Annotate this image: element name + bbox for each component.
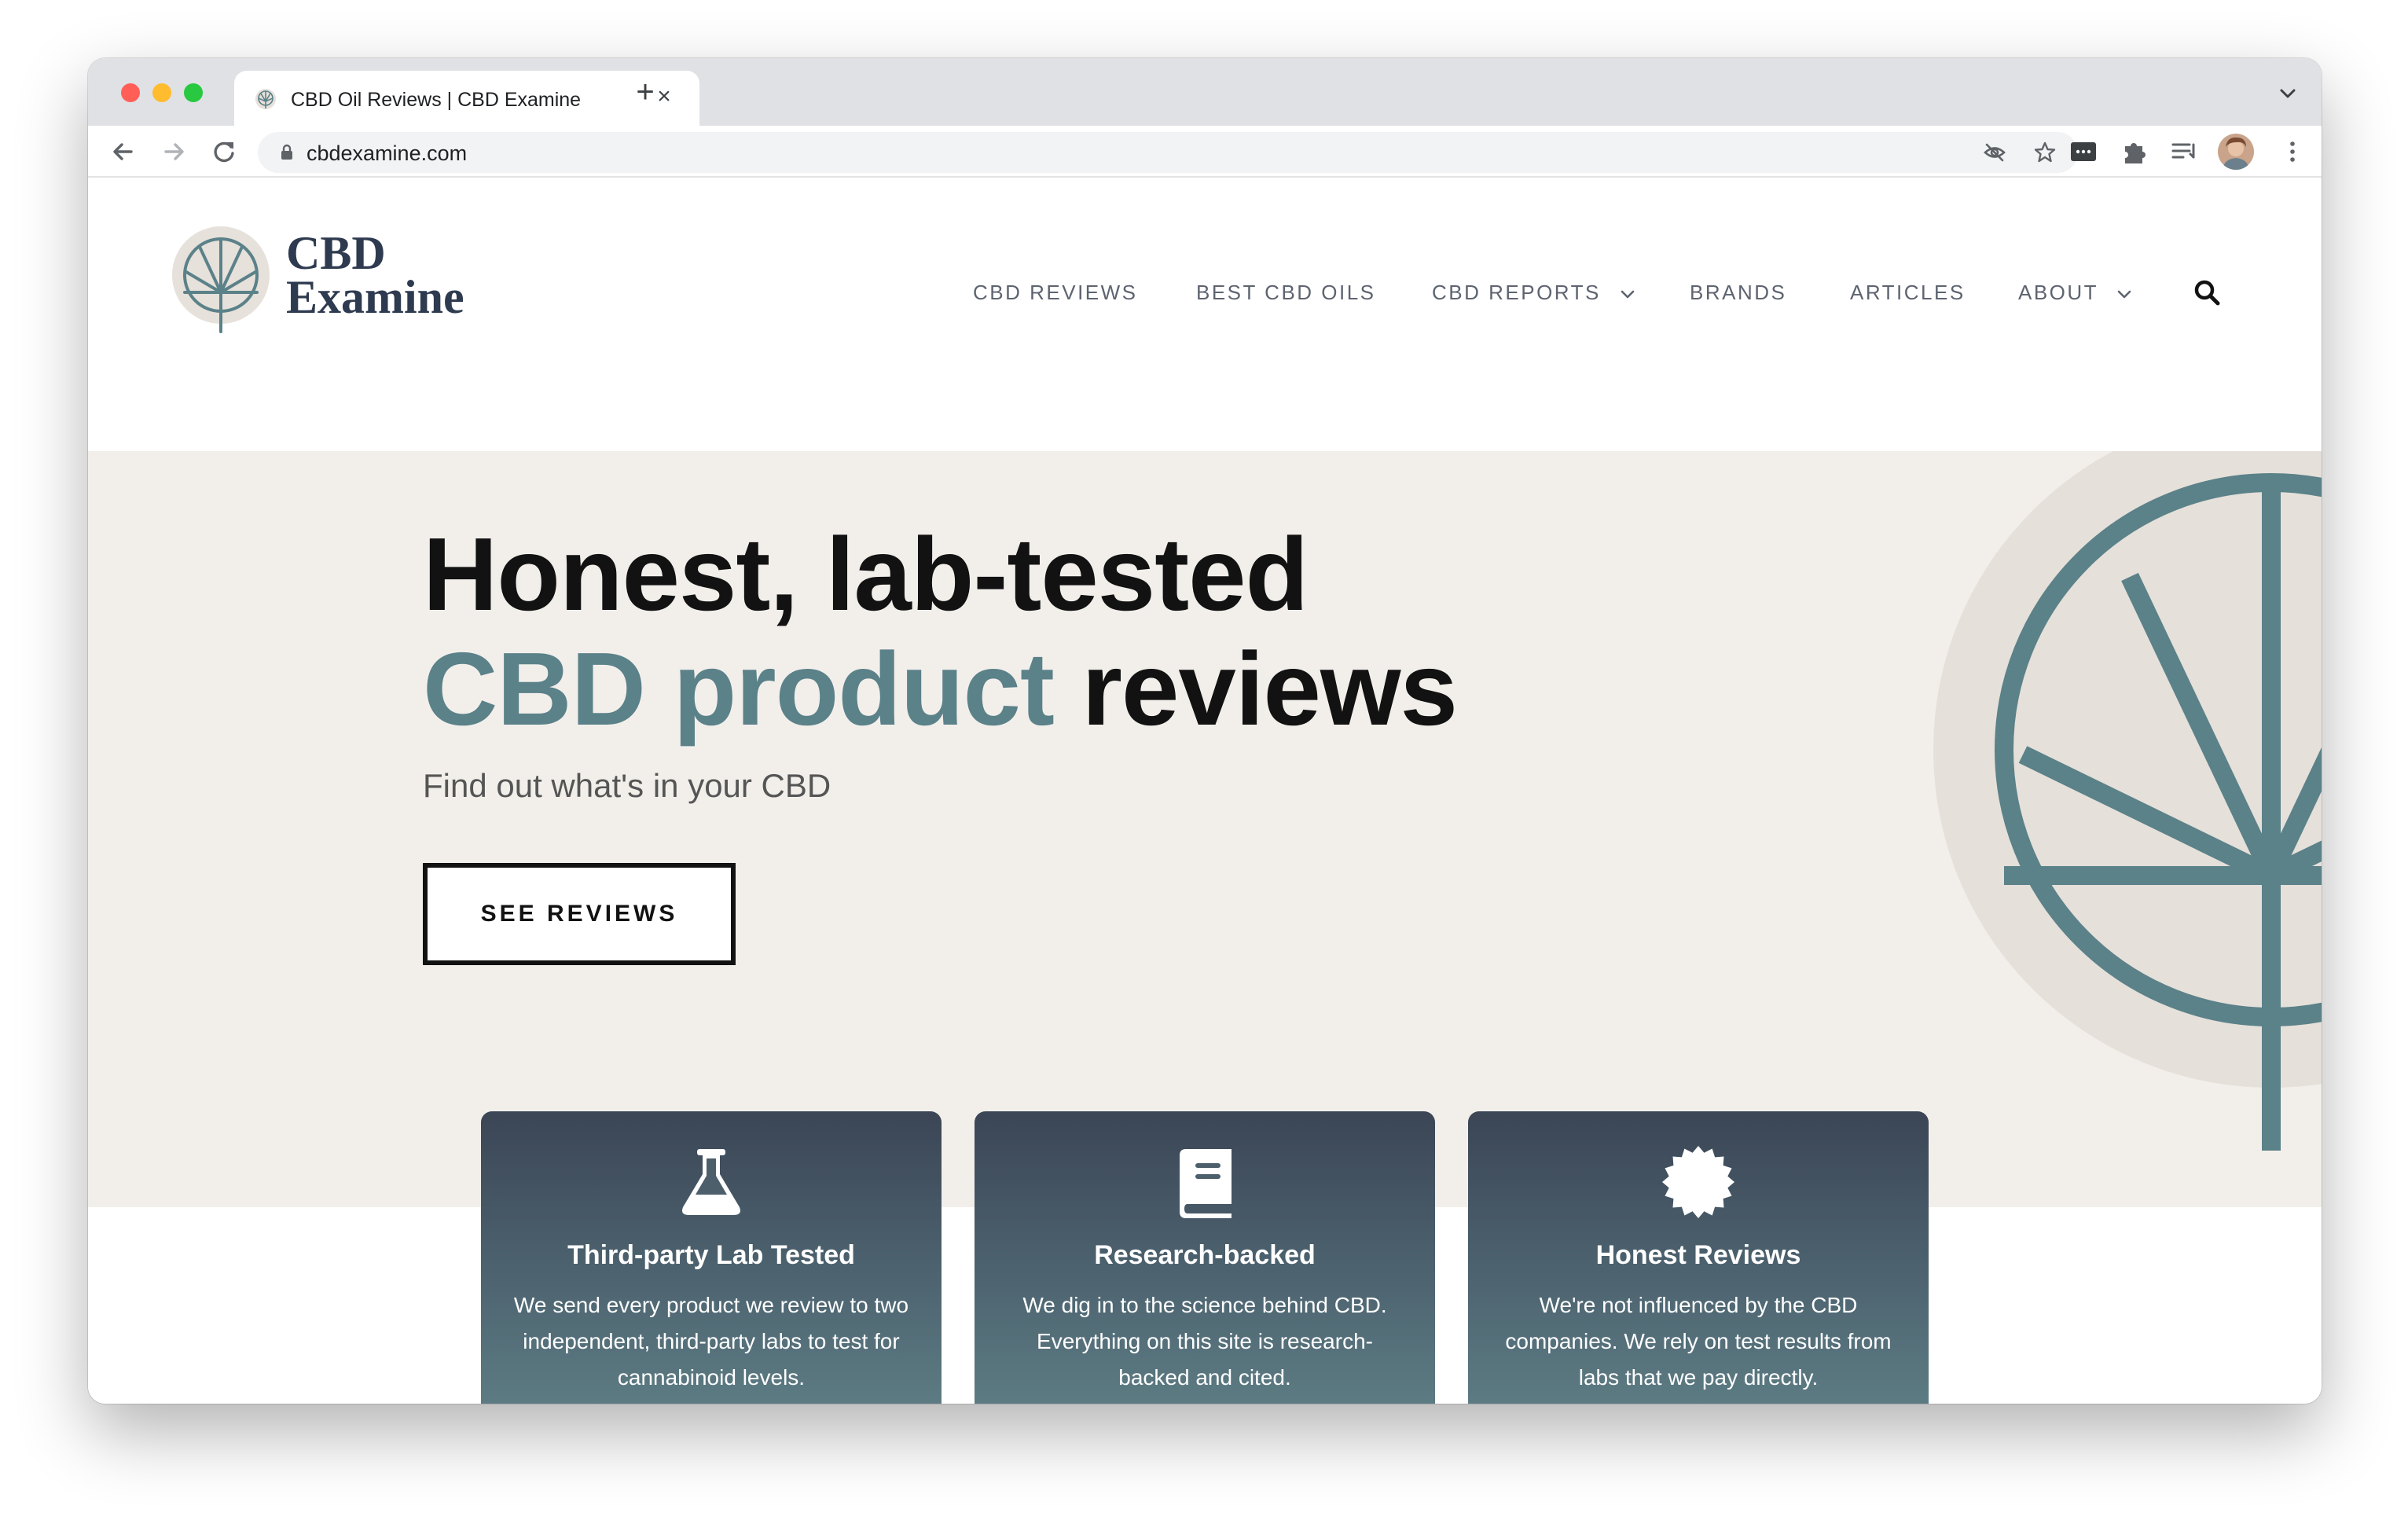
logo-line-2: Examine: [286, 271, 464, 323]
tab-search-chevron-icon[interactable]: [2276, 82, 2300, 105]
nav-label: ABOUT: [2018, 281, 2098, 304]
chevron-down-icon: [1621, 290, 1634, 299]
nav-item-best-cbd-oils[interactable]: BEST CBD OILS: [1196, 275, 1376, 310]
nav-item-cbd-reports[interactable]: CBD REPORTS: [1432, 275, 1635, 310]
certificate-badge-icon: [1662, 1146, 1734, 1218]
card-title: Third-party Lab Tested: [567, 1240, 855, 1270]
card-text: We're not influenced by the CBD companie…: [1505, 1293, 1892, 1390]
forward-arrow-icon[interactable]: [156, 134, 192, 170]
profile-avatar[interactable]: [2218, 134, 2254, 170]
hero-subheading: Find out what's in your CBD: [423, 767, 831, 804]
card-title: Honest Reviews: [1595, 1240, 1801, 1270]
site-logo-wordmark[interactable]: CBD Examine: [286, 227, 464, 323]
tab-strip: CBD Oil Reviews | CBD Examine × +: [88, 58, 2322, 126]
extensions-puzzle-icon[interactable]: [2117, 135, 2150, 168]
tab-title: CBD Oil Reviews | CBD Examine: [291, 89, 582, 111]
address-bar[interactable]: cbdexamine.com: [258, 132, 2078, 173]
hero-section: Honest, lab-tested CBD product reviews F…: [88, 451, 2322, 1207]
card-text: We dig in to the science behind CBD. Eve…: [1022, 1293, 1387, 1390]
extension-password-icon[interactable]: [2067, 135, 2100, 168]
card-title: Research-backed: [1094, 1240, 1316, 1270]
reading-list-icon[interactable]: [2168, 135, 2201, 168]
close-window-button[interactable]: [121, 83, 140, 102]
nav-label: CBD REPORTS: [1432, 281, 1601, 304]
lock-icon[interactable]: [277, 142, 297, 163]
hero-headline: Honest, lab-tested CBD product reviews: [423, 516, 1458, 747]
browser-menu-kebab-icon[interactable]: [2276, 135, 2309, 168]
nav-item-about[interactable]: ABOUT: [2018, 275, 2132, 310]
reload-icon[interactable]: [206, 134, 242, 170]
nav-item-articles[interactable]: ARTICLES: [1850, 275, 1966, 310]
bookmark-star-icon[interactable]: [2032, 140, 2057, 165]
main-navigation: CBD REVIEWS BEST CBD OILS CBD REPORTS BR…: [973, 275, 2230, 310]
headline-rest: reviews: [1053, 631, 1458, 747]
site-header: CBD Examine CBD REVIEWS BEST CBD OILS CB…: [88, 179, 2322, 451]
browser-window: CBD Oil Reviews | CBD Examine × + cbdexa…: [88, 58, 2322, 1404]
tracking-blocked-eye-icon[interactable]: [1982, 140, 2007, 165]
logo-leaf-icon[interactable]: [171, 226, 270, 335]
flask-icon: [682, 1149, 740, 1215]
back-arrow-icon[interactable]: [105, 134, 141, 170]
web-page: CBD Examine CBD REVIEWS BEST CBD OILS CB…: [88, 179, 2322, 1404]
logo-line-1: CBD: [286, 227, 386, 279]
headline-accent: CBD product: [423, 631, 1055, 747]
nav-label: ARTICLES: [1850, 281, 1966, 304]
nav-label: BRANDS: [1690, 281, 1787, 304]
headline-line-1: Honest, lab-tested: [423, 516, 1309, 632]
feature-card-lab-tested: Third-party Lab Tested We send every pro…: [481, 1111, 942, 1404]
feature-card-honest-reviews: Honest Reviews We're not influenced by t…: [1468, 1111, 1929, 1404]
search-icon[interactable]: [2193, 278, 2221, 307]
browser-toolbar: cbdexamine.com: [88, 126, 2322, 178]
book-icon: [1180, 1149, 1232, 1218]
nav-item-brands[interactable]: BRANDS: [1690, 275, 1786, 310]
feature-card-research-backed: Research-backed We dig in to the science…: [975, 1111, 1435, 1404]
feature-cards: Third-party Lab Tested We send every pro…: [481, 1111, 1929, 1404]
nav-label: CBD REVIEWS: [973, 281, 1138, 304]
url-text[interactable]: cbdexamine.com: [307, 141, 467, 166]
zoom-window-button[interactable]: [184, 83, 203, 102]
cannabis-leaf-decoration-icon: [1933, 451, 2322, 1151]
minimize-window-button[interactable]: [152, 83, 171, 102]
nav-item-cbd-reviews[interactable]: CBD REVIEWS: [973, 275, 1138, 310]
see-reviews-button[interactable]: SEE REVIEWS: [423, 863, 736, 965]
nav-label: BEST CBD OILS: [1196, 281, 1376, 304]
new-tab-button[interactable]: +: [627, 74, 663, 110]
card-text: We send every product we review to two i…: [513, 1293, 909, 1390]
site-favicon-icon: [255, 89, 276, 109]
chevron-down-icon: [2118, 290, 2131, 299]
